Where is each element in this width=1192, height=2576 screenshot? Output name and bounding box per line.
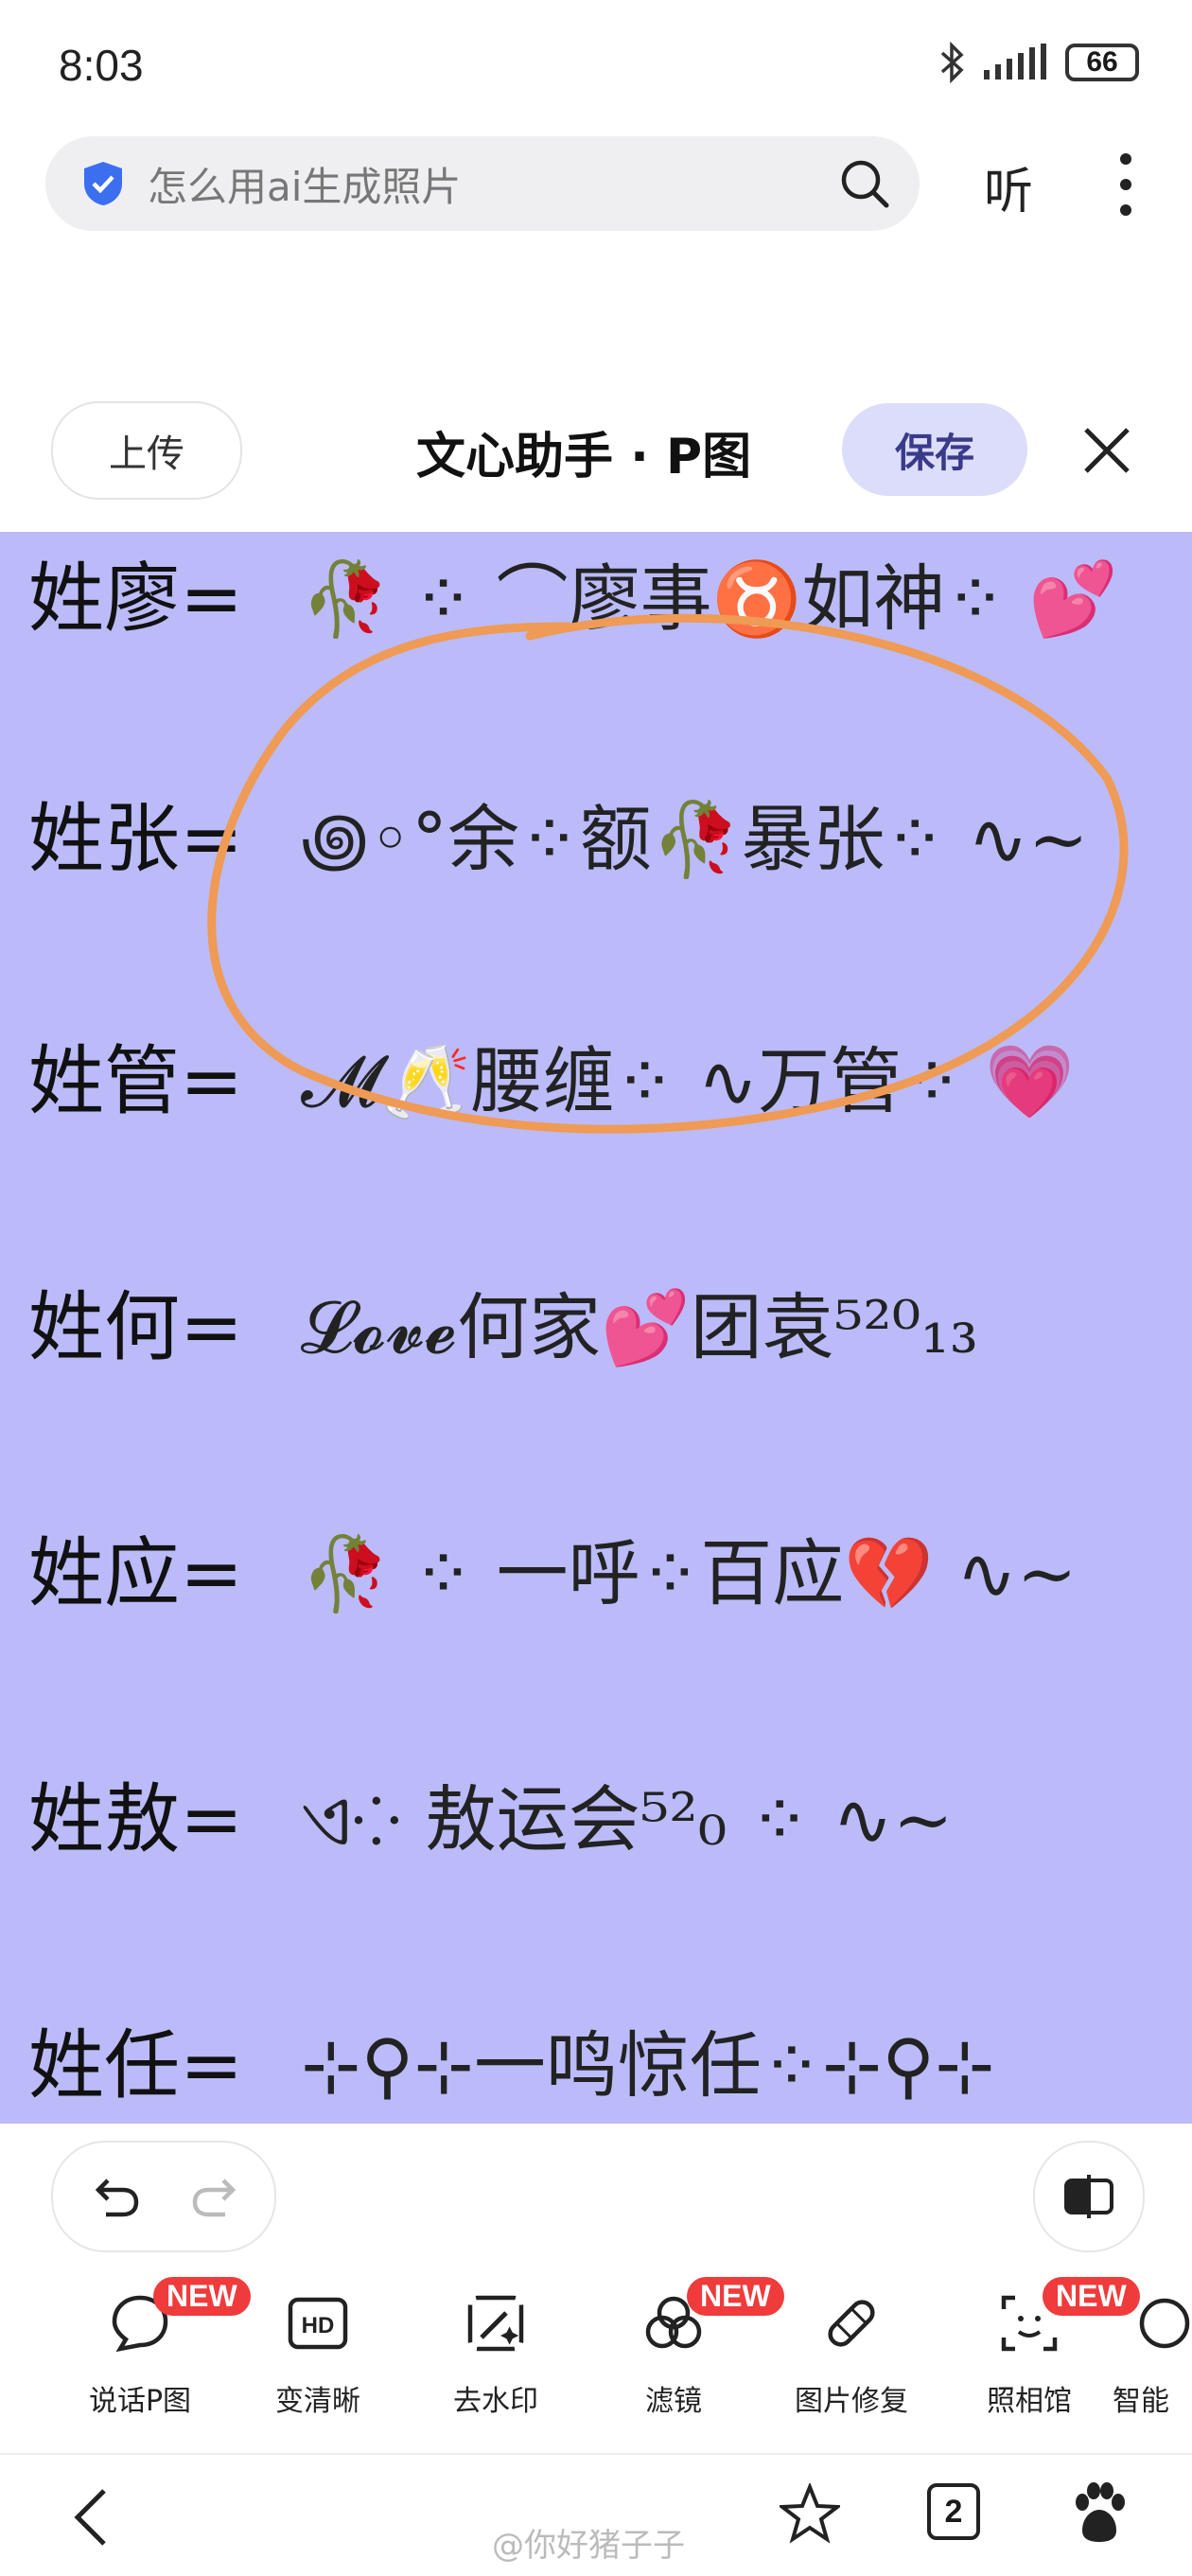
- star-icon[interactable]: [780, 2483, 840, 2544]
- hd-icon: HD: [288, 2297, 348, 2350]
- search-bar[interactable]: 怎么用ai生成照片: [45, 136, 920, 231]
- baidu-paw-icon[interactable]: [1069, 2481, 1130, 2546]
- page-title: 文心助手 · P图: [416, 429, 752, 485]
- compare-icon: [1064, 2175, 1113, 2218]
- save-button[interactable]: 保存: [842, 403, 1027, 496]
- upload-button[interactable]: 上传: [51, 401, 242, 500]
- image-canvas[interactable]: 姓廖= 🥀 ⁘ ⌒廖事♉如神⁘ 💕 姓张= ꩜◦°余⁘额🥀暴张⁘ ∿~ 姓管= …: [0, 532, 1192, 2124]
- tool-label: 去水印: [453, 2385, 538, 2418]
- search-text[interactable]: 怎么用ai生成照片: [148, 155, 838, 213]
- bluetooth-icon: [940, 42, 964, 83]
- tool-filter[interactable]: NEW 滤镜: [579, 2277, 784, 2419]
- status-icons: 66: [938, 42, 1139, 83]
- back-icon[interactable]: [72, 2487, 110, 2548]
- tool-label: 图片修复: [795, 2385, 908, 2418]
- tool-label: 变清晰: [275, 2385, 360, 2418]
- tool-label: 说话P图: [88, 2385, 192, 2418]
- magic-wand-icon: [467, 2295, 524, 2352]
- sparkle-icon: [1139, 2298, 1190, 2349]
- listen-button[interactable]: 听: [984, 151, 1033, 222]
- battery-icon: 66: [1065, 44, 1139, 81]
- tool-label: 滤镜: [645, 2385, 702, 2418]
- status-time: 8:03: [59, 41, 144, 90]
- compare-button[interactable]: [1033, 2141, 1145, 2252]
- tool-hd[interactable]: HD 变清晰: [223, 2290, 412, 2419]
- bandage-icon: [828, 2300, 875, 2347]
- watermark-text: @你好猪子子: [492, 2527, 685, 2565]
- tool-talk-edit[interactable]: NEW 说话P图: [45, 2277, 251, 2419]
- tabs-count-button[interactable]: 2: [927, 2483, 980, 2540]
- tabs-count: 2: [944, 2493, 963, 2530]
- battery-level: 66: [1086, 46, 1118, 78]
- more-vert-icon[interactable]: [1116, 151, 1135, 218]
- search-icon[interactable]: [838, 157, 891, 210]
- signal-icon: [984, 44, 1046, 79]
- redo-icon[interactable]: [191, 2175, 237, 2218]
- tool-smart[interactable]: 智能: [1113, 2290, 1192, 2419]
- undo-redo-group: [51, 2141, 276, 2252]
- tool-photo-studio[interactable]: NEW 照相馆: [935, 2277, 1140, 2419]
- shield-icon: [84, 162, 122, 205]
- orange-circle-annotation: [207, 613, 1129, 1134]
- tool-repair[interactable]: 图片修复: [757, 2290, 946, 2419]
- close-icon[interactable]: [1080, 424, 1133, 477]
- tool-remove-watermark[interactable]: 去水印: [401, 2290, 590, 2419]
- tool-label: 智能: [1113, 2385, 1169, 2418]
- tool-label: 照相馆: [987, 2385, 1072, 2418]
- svg-text:HD: HD: [302, 2313, 335, 2338]
- undo-icon[interactable]: [95, 2175, 140, 2218]
